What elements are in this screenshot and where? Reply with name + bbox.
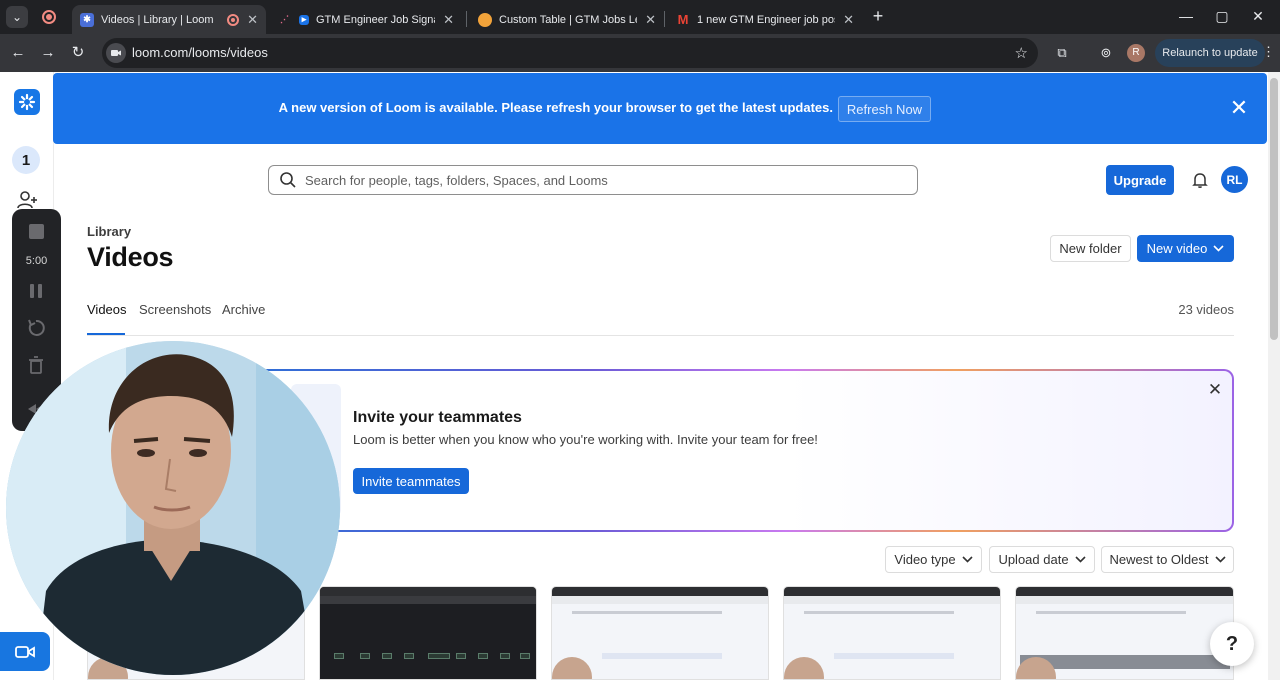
tab-gtm-job-signal[interactable]: ⋰ ▸ GTM Engineer Job Signal D ✕ xyxy=(272,5,462,34)
media-control-icon[interactable]: ⊚ xyxy=(1097,44,1115,62)
page-title: Videos xyxy=(87,242,174,272)
upload-date-filter[interactable]: Upload date xyxy=(989,546,1095,573)
tab-gmail[interactable]: M 1 new GTM Engineer job post(s ✕ xyxy=(668,5,862,34)
gmail-icon: M xyxy=(677,12,689,27)
tab-loom-videos[interactable]: ✱ Videos | Library | Loom ✕ xyxy=(72,5,266,34)
url-text: loom.com/looms/videos xyxy=(132,45,268,60)
tab-videos[interactable]: Videos xyxy=(87,302,127,317)
maximize-icon[interactable]: ▢ xyxy=(1212,8,1232,25)
close-tab-icon[interactable]: ✕ xyxy=(443,12,454,28)
tab-screenshots[interactable]: Screenshots xyxy=(139,302,211,317)
chevron-down-icon xyxy=(1213,245,1224,252)
upgrade-button[interactable]: Upgrade xyxy=(1106,165,1174,195)
invite-close-icon[interactable]: ✕ xyxy=(1207,381,1223,398)
record-camera-button[interactable] xyxy=(0,632,50,671)
video-type-filter[interactable]: Video type xyxy=(885,546,982,573)
browser-tabstrip: ⌄ ✱ Videos | Library | Loom ✕ ⋰ ▸ GTM En… xyxy=(0,0,1280,34)
tab-custom-table[interactable]: Custom Table | GTM Jobs Lead ✕ xyxy=(470,5,664,34)
bell-icon[interactable] xyxy=(1191,171,1209,189)
sort-order-select[interactable]: Newest to Oldest xyxy=(1101,546,1234,573)
invite-teammates-button[interactable]: Invite teammates xyxy=(353,468,469,494)
address-bar[interactable]: loom.com/looms/videos ☆ xyxy=(102,38,1038,68)
profile-avatar[interactable]: R xyxy=(1127,44,1145,62)
video-type-label: Video type xyxy=(894,552,956,567)
relaunch-button[interactable]: Relaunch to update xyxy=(1155,39,1265,67)
workspace-badge[interactable]: 1 xyxy=(12,146,40,174)
reload-icon[interactable]: ↻ xyxy=(68,43,88,63)
bookmark-star-icon[interactable]: ☆ xyxy=(1015,44,1028,62)
minimize-icon[interactable]: — xyxy=(1176,8,1196,24)
chevron-down-icon xyxy=(1074,556,1086,563)
forward-icon[interactable]: → xyxy=(38,43,58,63)
chevron-down-icon xyxy=(962,556,973,563)
loom-logo-icon[interactable] xyxy=(14,89,40,115)
tab-separator xyxy=(466,11,467,27)
close-tab-icon[interactable]: ✕ xyxy=(645,12,656,28)
webcam-bubble[interactable] xyxy=(6,341,340,675)
page-scrollbar[interactable] xyxy=(1268,72,1280,680)
invite-title: Invite your teammates xyxy=(353,409,522,426)
site-info-icon[interactable] xyxy=(106,43,126,63)
clay-icon: ⋰ xyxy=(280,14,289,24)
thumbnail-face xyxy=(552,657,592,679)
tab-recording-icon xyxy=(227,13,240,26)
search-input[interactable] xyxy=(305,170,905,190)
tabs-divider xyxy=(87,335,1234,336)
invite-card-body: Invite your teammates Loom is better whe… xyxy=(241,371,1232,530)
sort-order-label: Newest to Oldest xyxy=(1109,552,1209,567)
camera-icon xyxy=(15,645,35,658)
new-video-button[interactable]: New video xyxy=(1137,235,1234,262)
restart-icon[interactable] xyxy=(26,318,46,338)
upload-date-label: Upload date xyxy=(998,552,1069,567)
new-tab-icon[interactable]: + xyxy=(868,6,888,26)
banner-message: A new version of Loom is available. Plea… xyxy=(278,100,833,115)
new-folder-button[interactable]: New folder xyxy=(1050,235,1131,262)
recording-tab-icon[interactable] xyxy=(42,10,56,24)
search-bar[interactable] xyxy=(268,165,918,195)
recording-timer: 5:00 xyxy=(25,255,48,267)
video-thumbnail[interactable] xyxy=(319,586,537,680)
clay-icon xyxy=(478,12,492,27)
new-video-label: New video xyxy=(1146,241,1208,256)
search-icon xyxy=(280,172,296,188)
video-count: 23 videos xyxy=(1178,302,1234,317)
close-tab-icon[interactable]: ✕ xyxy=(843,12,854,28)
video-thumbnail[interactable] xyxy=(783,586,1001,680)
pause-icon[interactable] xyxy=(26,281,46,301)
trash-icon[interactable] xyxy=(26,355,46,375)
close-tab-icon[interactable]: ✕ xyxy=(247,12,258,28)
window-close-icon[interactable]: ✕ xyxy=(1248,8,1268,25)
tab-archive[interactable]: Archive xyxy=(222,302,265,317)
chevron-down-icon xyxy=(1214,556,1226,563)
tab-search-chevron-icon[interactable]: ⌄ xyxy=(6,6,28,28)
invite-teammates-card: Invite your teammates Loom is better whe… xyxy=(239,369,1234,532)
browser-toolbar: ← → ↻ loom.com/looms/videos ☆ ⧉ ⊚ R Rela… xyxy=(0,34,1280,72)
video-thumbnail[interactable] xyxy=(1015,586,1234,680)
back-icon[interactable]: ← xyxy=(8,43,28,63)
loom-icon: ✱ xyxy=(80,12,94,27)
play-icon: ▸ xyxy=(299,14,309,25)
breadcrumb[interactable]: Library xyxy=(87,224,131,239)
refresh-now-button[interactable]: Refresh Now xyxy=(838,96,931,122)
invite-subtitle: Loom is better when you know who you're … xyxy=(353,432,818,447)
update-banner: A new version of Loom is available. Plea… xyxy=(53,73,1267,144)
thumbnail-face xyxy=(784,657,824,679)
user-avatar[interactable]: RL xyxy=(1221,166,1248,193)
scrollbar-thumb[interactable] xyxy=(1270,78,1278,340)
tab-separator xyxy=(664,11,665,27)
banner-close-icon[interactable]: ✕ xyxy=(1229,97,1249,119)
webcam-feed xyxy=(6,341,340,675)
help-button[interactable]: ? xyxy=(1210,622,1254,666)
video-thumbnail[interactable] xyxy=(551,586,769,680)
browser-menu-icon[interactable]: ⋮ xyxy=(1262,44,1275,60)
extensions-icon[interactable]: ⧉ xyxy=(1053,44,1071,62)
stop-recording-button[interactable] xyxy=(29,224,44,239)
